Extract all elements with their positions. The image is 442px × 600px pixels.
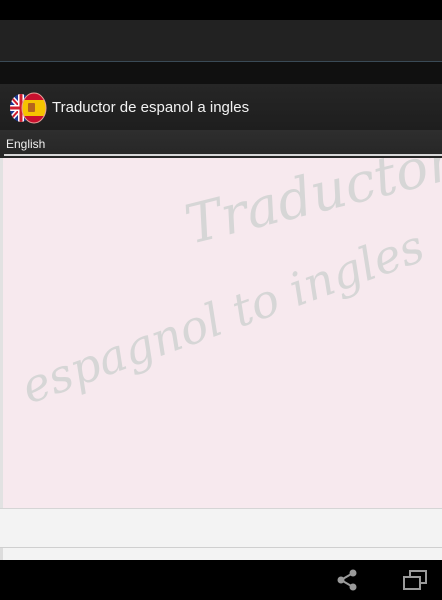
language-selected-label: English xyxy=(6,137,46,151)
uk-spain-flag-icon xyxy=(6,86,48,128)
spinner-underline xyxy=(4,154,442,156)
navigation-bar xyxy=(0,560,442,600)
system-top-band xyxy=(0,20,442,62)
watermark: Traductor espagnol to ingles xyxy=(14,158,442,414)
recent-apps-icon[interactable] xyxy=(402,568,428,592)
translation-output-area[interactable]: Traductor espagnol to ingles xyxy=(0,158,442,508)
share-icon[interactable] xyxy=(334,568,360,592)
text-input-field[interactable] xyxy=(0,508,442,548)
language-spinner[interactable]: English xyxy=(0,130,442,158)
system-gap-band xyxy=(0,62,442,84)
action-bar: Traductor de espanol a ingles xyxy=(0,84,442,130)
bottom-strip xyxy=(0,548,442,560)
app-title: Traductor de espanol a ingles xyxy=(52,98,250,116)
status-bar xyxy=(0,0,442,20)
